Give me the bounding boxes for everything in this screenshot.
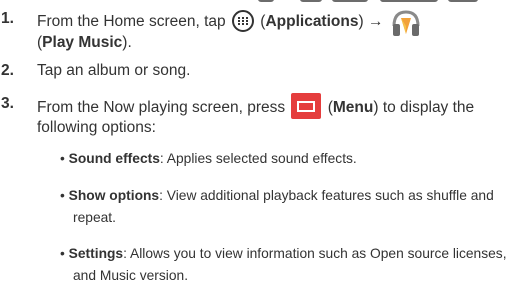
- option-desc: : View additional playback features such…: [159, 188, 494, 203]
- option-name: Sound effects: [68, 151, 160, 166]
- play-music-label: Play Music: [42, 34, 123, 51]
- option-settings: • Settings: Allows you to view informati…: [60, 246, 507, 261]
- option-show-options-cont: repeat.: [73, 210, 116, 225]
- applications-grid-icon: [231, 10, 254, 32]
- option-name: Settings: [68, 246, 124, 261]
- option-desc: : Applies selected sound effects.: [159, 151, 357, 166]
- option-name: Show options: [68, 188, 160, 203]
- option-show-options: • Show options: View additional playback…: [60, 188, 494, 203]
- step-1: 1. From the Home screen, tap (Applicatio…: [0, 8, 529, 56]
- step-number: 3.: [1, 95, 14, 112]
- headphones-icon: [392, 10, 420, 36]
- menu-icon: [291, 93, 322, 119]
- clipped-previous-line: [0, 0, 529, 4]
- option-desc: : Allows you to view information such as…: [123, 246, 507, 261]
- step-3: 3. From the Now playing screen, press (M…: [0, 93, 529, 141]
- step-2: 2. Tap an album or song.: [0, 60, 529, 82]
- step-text: From the Home screen, tap (Applications)…: [37, 8, 525, 54]
- manual-page: 1. From the Home screen, tap (Applicatio…: [0, 0, 529, 304]
- applications-label: Applications: [265, 13, 359, 30]
- step-number: 2.: [1, 62, 14, 79]
- step-text: Tap an album or song.: [37, 62, 191, 79]
- option-settings-cont: and Music version.: [73, 268, 189, 283]
- option-sound-effects: • Sound effects: Applies selected sound …: [60, 151, 357, 166]
- menu-label: Menu: [332, 99, 374, 116]
- arrow: →: [367, 13, 384, 30]
- step-number: 1.: [1, 10, 14, 27]
- step-text: From the Now playing screen, press (Menu…: [37, 93, 525, 139]
